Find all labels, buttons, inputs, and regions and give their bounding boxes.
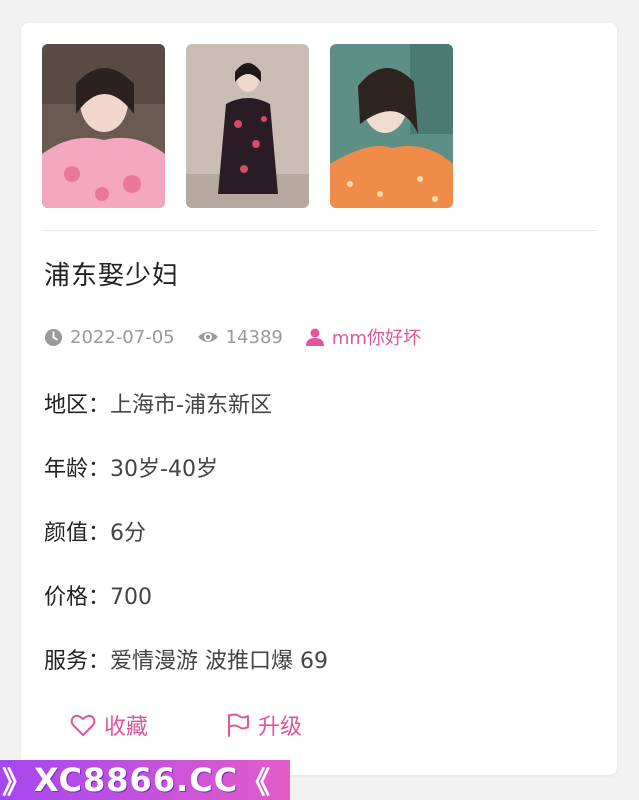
clock-icon — [44, 328, 63, 346]
post-date: 2022-07-05 — [44, 327, 175, 348]
heart-icon — [70, 714, 96, 736]
price-value: 700 — [110, 585, 153, 610]
watermark-banner: 》 XC8866.CC 《 — [0, 760, 290, 800]
upgrade-label[interactable]: 升级 — [258, 709, 302, 741]
age-label: 年龄： — [44, 457, 111, 482]
looks-label: 颜值： — [44, 521, 111, 546]
detail-region: 地区：上海市-浦东新区 — [44, 387, 272, 419]
date-text: 2022-07-05 — [70, 326, 175, 348]
looks-value: 6分 — [110, 521, 147, 546]
detail-looks: 颜值：6分 — [44, 515, 146, 547]
post-author[interactable]: mm你好坏 — [305, 324, 421, 350]
service-value: 爱情漫游 波推口爆 69 — [110, 649, 328, 674]
detail-price: 价格：700 — [44, 579, 152, 611]
action-bar: 收藏 升级 — [70, 709, 380, 741]
photo-thumbnail-3[interactable] — [330, 44, 453, 208]
post-meta: 2022-07-05 14389 mm你好坏 — [44, 324, 443, 350]
photo-thumbnail-1[interactable] — [42, 44, 165, 208]
photo-gallery — [42, 44, 453, 208]
region-value: 上海市-浦东新区 — [110, 393, 272, 418]
eye-icon — [197, 332, 218, 342]
views-count: 14389 — [225, 326, 283, 348]
watermark-right-chevron: 《 — [240, 766, 271, 800]
age-value: 30岁-40岁 — [110, 457, 218, 482]
divider — [42, 230, 596, 231]
user-icon — [305, 328, 324, 346]
post-views: 14389 — [197, 327, 283, 348]
watermark-left-chevron: 》 — [2, 766, 32, 800]
service-label: 服务： — [44, 649, 111, 674]
author-name[interactable]: mm你好坏 — [332, 324, 421, 350]
watermark-text: XC8866.CC — [34, 761, 239, 799]
photo-thumbnail-2[interactable] — [186, 44, 309, 208]
price-label: 价格： — [44, 585, 111, 610]
favorite-label[interactable]: 收藏 — [104, 709, 148, 741]
flag-icon — [228, 713, 250, 737]
detail-age: 年龄：30岁-40岁 — [44, 451, 218, 483]
favorite-button[interactable]: 收藏 — [70, 709, 148, 741]
upgrade-button[interactable]: 升级 — [226, 709, 302, 741]
region-label: 地区： — [44, 393, 111, 418]
post-title: 浦东娶少妇 — [44, 261, 180, 291]
detail-service: 服务：爱情漫游 波推口爆 69 — [44, 643, 328, 675]
post-card: 浦东娶少妇 2022-07-05 14389 mm你好坏 地区：上海市-浦东新区… — [21, 23, 617, 775]
